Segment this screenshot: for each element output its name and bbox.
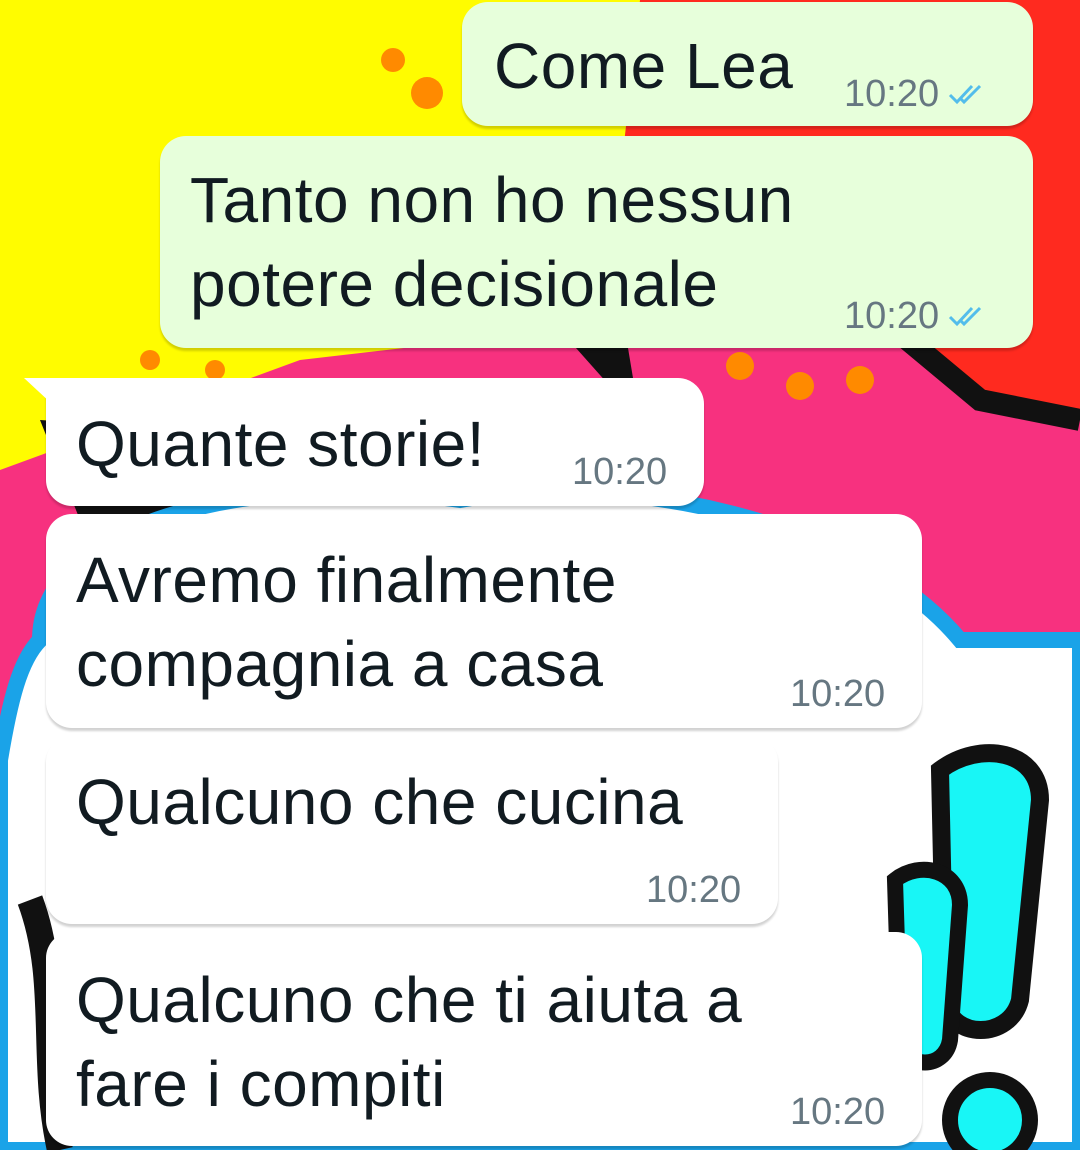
message-time: 10:20 — [844, 73, 940, 115]
chat-conversation: Come Lea 10:20 Tanto non ho nessun poter… — [0, 0, 1080, 1150]
incoming-bubble-tail — [24, 378, 52, 404]
incoming-message-bubble[interactable]: Quante storie! 10:20 — [46, 378, 704, 506]
message-text: Qualcuno che ti aiuta a fare i compiti — [76, 964, 743, 1120]
message-text: Qualcuno che cucina — [76, 766, 684, 838]
message-meta: 10:20 — [844, 74, 987, 114]
read-double-check-icon — [949, 84, 982, 105]
incoming-message-bubble[interactable]: Qualcuno che ti aiuta a fare i compiti 1… — [46, 932, 922, 1146]
outgoing-message-bubble[interactable]: Come Lea 10:20 — [462, 2, 1033, 126]
message-text: Quante storie! — [76, 408, 485, 480]
message-meta: 10:20 — [646, 870, 741, 910]
message-text: Avremo finalmente compagnia a casa — [76, 544, 617, 700]
outgoing-message-bubble[interactable]: Tanto non ho nessun potere decisionale 1… — [160, 136, 1033, 348]
message-meta: 10:20 — [844, 296, 987, 336]
message-time: 10:20 — [844, 295, 940, 337]
message-time: 10:20 — [646, 869, 742, 911]
read-double-check-icon — [949, 306, 982, 327]
message-time: 10:20 — [790, 673, 886, 715]
message-time: 10:20 — [572, 451, 668, 493]
message-meta: 10:20 — [572, 452, 667, 492]
message-meta: 10:20 — [790, 674, 885, 714]
message-text: Come Lea — [494, 30, 794, 102]
message-text: Tanto non ho nessun potere decisionale — [190, 164, 794, 320]
incoming-message-bubble[interactable]: Qualcuno che cucina 10:20 — [46, 736, 778, 924]
message-time: 10:20 — [790, 1091, 886, 1133]
message-meta: 10:20 — [790, 1092, 885, 1132]
incoming-message-bubble[interactable]: Avremo finalmente compagnia a casa 10:20 — [46, 514, 922, 728]
